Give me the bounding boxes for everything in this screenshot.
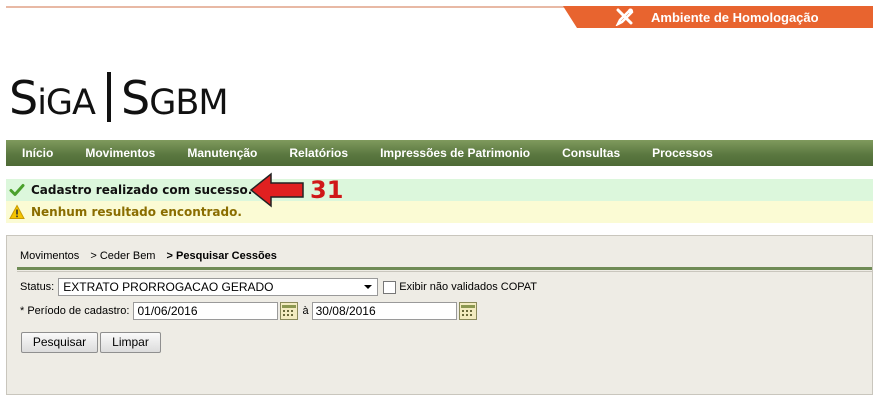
success-message-text: Cadastro realizado com sucesso. [31, 183, 253, 197]
status-row: Status: EXTRATO PRORROGACAO GERADO Exibi… [20, 278, 537, 296]
nav-item-impressoes[interactable]: Impressões de Patrimonio [364, 146, 546, 160]
check-icon [9, 184, 25, 196]
status-select[interactable]: EXTRATO PRORROGACAO GERADO [58, 278, 379, 296]
nav-item-inicio[interactable]: Início [6, 146, 69, 160]
warning-message-text: Nenhum resultado encontrado. [31, 205, 242, 219]
date-separator: à [302, 305, 309, 317]
nav-item-movimentos[interactable]: Movimentos [69, 146, 171, 160]
calendar-icon[interactable] [458, 302, 477, 320]
divider [17, 267, 872, 270]
clear-button[interactable]: Limpar [100, 332, 161, 353]
status-select-value: EXTRATO PRORROGACAO GERADO [63, 280, 274, 294]
warning-message: Nenhum resultado encontrado. [6, 201, 873, 223]
status-label: Status: [20, 281, 55, 293]
copat-checkbox-label: Exibir não validados COPAT [399, 281, 538, 293]
divider [17, 271, 872, 272]
calendar-icon[interactable] [280, 302, 299, 320]
main-nav: Início Movimentos Manutenção Relatórios … [6, 140, 873, 166]
breadcrumb-current: > Pesquisar Cessões [166, 250, 277, 262]
copat-checkbox[interactable] [383, 280, 397, 294]
logo-divider [107, 72, 111, 122]
breadcrumb-item[interactable]: > Ceder Bem [90, 250, 155, 262]
periodo-row: * Período de cadastro: 01/06/2016 à 30/0… [20, 302, 477, 320]
search-button[interactable]: Pesquisar [21, 332, 98, 353]
date-to-input[interactable]: 30/08/2016 [311, 302, 457, 320]
breadcrumb: Movimentos > Ceder Bem > Pesquisar Cessõ… [20, 250, 285, 262]
warning-icon [9, 204, 25, 219]
periodo-label: * Período de cadastro: [20, 305, 130, 317]
breadcrumb-item[interactable]: Movimentos [20, 250, 79, 262]
nav-item-relatorios[interactable]: Relatórios [273, 146, 364, 160]
app-logo: SiGA SGBM [9, 71, 229, 125]
nav-item-processos[interactable]: Processos [636, 146, 729, 160]
date-from-input[interactable]: 01/06/2016 [133, 302, 279, 320]
wrench-icon [615, 8, 634, 26]
chevron-down-icon [364, 285, 373, 289]
environment-label: Ambiente de Homologação [651, 10, 819, 25]
nav-item-consultas[interactable]: Consultas [546, 146, 636, 160]
environment-banner: Ambiente de Homologação [563, 6, 873, 28]
red-arrow-icon [249, 172, 304, 208]
success-message: Cadastro realizado com sucesso. [6, 179, 873, 201]
search-panel: Movimentos > Ceder Bem > Pesquisar Cessõ… [6, 235, 873, 395]
nav-item-manutencao[interactable]: Manutenção [171, 146, 273, 160]
annotation-number: 31 [310, 176, 344, 204]
